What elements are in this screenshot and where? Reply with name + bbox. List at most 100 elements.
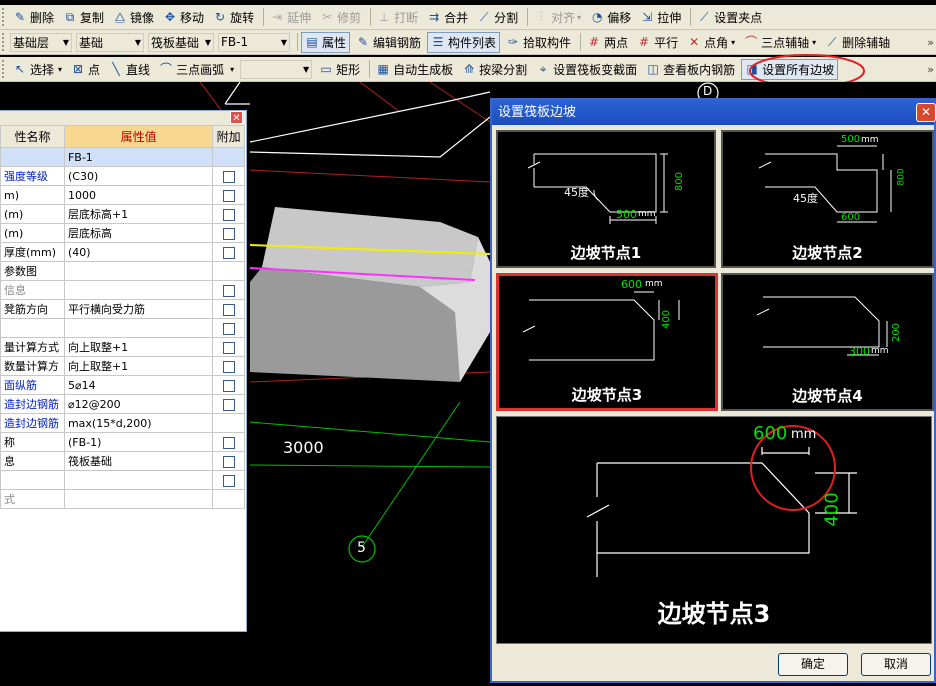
property-value[interactable]: 平行横向受力筋 (63, 299, 214, 319)
extra-checkbox[interactable] (222, 170, 235, 183)
property-row[interactable]: 参数图 (0, 261, 245, 281)
type-select[interactable]: 筏板基础 ▼ (148, 32, 214, 52)
extra-checkbox[interactable] (222, 322, 235, 335)
mirror-button[interactable]: ⧋ 镜像 (110, 7, 157, 28)
close-icon[interactable]: ✕ (916, 103, 936, 122)
properties-button[interactable]: ▤ 属性 (301, 31, 351, 53)
toolbar-grip[interactable] (2, 60, 6, 78)
property-row[interactable]: 面纵筋 5⌀14 (0, 375, 245, 395)
property-value[interactable] (63, 280, 214, 300)
extra-checkbox[interactable] (222, 246, 235, 259)
extra-checkbox[interactable] (222, 398, 235, 411)
property-row[interactable]: 量计算方式 向上取整+1 (0, 337, 245, 357)
extra-checkbox[interactable] (222, 227, 235, 240)
layer-select[interactable]: 基础层 ▼ (10, 32, 72, 52)
toolbar-grip[interactable] (2, 8, 6, 26)
property-row[interactable]: 数量计算方 向上取整+1 (0, 356, 245, 376)
ok-button[interactable]: 确定 (778, 653, 848, 676)
extra-checkbox[interactable] (222, 379, 235, 392)
property-row[interactable]: FB-1 (0, 147, 245, 167)
property-value[interactable] (63, 470, 214, 490)
point-angle-button[interactable]: ✕ 点角 ▾ (684, 32, 738, 53)
two-point-axis-button[interactable]: # 两点 (584, 32, 631, 53)
delete-axis-button[interactable]: ⟋ 删除辅轴 (822, 32, 893, 53)
property-value[interactable] (63, 261, 214, 281)
category-select[interactable]: 基础 ▼ (76, 32, 144, 52)
property-row[interactable]: 强度等级 (C30) (0, 166, 245, 186)
property-value[interactable]: 1000 (63, 185, 214, 205)
property-value[interactable]: 层底标高 (63, 223, 214, 243)
trim-button[interactable]: ✂ 修剪 (317, 7, 364, 28)
copy-button[interactable]: ⧉ 复制 (60, 7, 107, 28)
pick-component-button[interactable]: ✑ 拾取构件 (503, 32, 574, 53)
property-row[interactable] (0, 470, 245, 490)
close-icon[interactable]: ✕ (230, 111, 243, 124)
set-section-button[interactable]: ⌖ 设置筏板变截面 (533, 59, 640, 80)
property-value[interactable]: 层底标高+1 (63, 204, 214, 224)
property-row[interactable]: 称 (FB-1) (0, 432, 245, 452)
property-row[interactable]: 式 (0, 489, 245, 509)
three-point-axis-button[interactable]: ⌒ 三点辅轴 ▾ (741, 32, 819, 53)
auto-generate-button[interactable]: ▦ 自动生成板 (373, 59, 456, 80)
extra-checkbox[interactable] (222, 208, 235, 221)
extra-checkbox[interactable] (222, 341, 235, 354)
property-row[interactable]: 造封边钢筋 ⌀12@200 (0, 394, 245, 414)
line-button[interactable]: ╲ 直线 (106, 59, 153, 80)
overflow-chevron-icon[interactable]: » (927, 63, 934, 76)
cancel-button[interactable]: 取消 (861, 653, 931, 676)
extra-checkbox[interactable] (222, 303, 235, 316)
set-grip-button[interactable]: ⟋ 设置夹点 (694, 7, 765, 28)
property-row[interactable]: 造封边钢筋 max(15*d,200) (0, 413, 245, 433)
split-button[interactable]: ⟋ 分割 (474, 7, 521, 28)
property-value[interactable]: ⌀12@200 (63, 394, 214, 414)
view-rebar-button[interactable]: ◫ 查看板内钢筋 (643, 59, 738, 80)
property-value[interactable]: FB-1 (63, 147, 214, 167)
property-row[interactable]: 凳筋方向 平行横向受力筋 (0, 299, 245, 319)
align-button[interactable]: ⫶ 对齐 ▾ (531, 7, 584, 28)
rectangle-button[interactable]: ▭ 矩形 (316, 59, 363, 80)
extend-button[interactable]: ⇥ 延伸 (267, 7, 314, 28)
property-value[interactable]: (FB-1) (63, 432, 214, 452)
property-value[interactable]: 向上取整+1 (63, 356, 214, 376)
split-by-beam-button[interactable]: ⟰ 按梁分割 (459, 59, 530, 80)
parallel-axis-button[interactable]: # 平行 (634, 32, 681, 53)
slope-node-4-card[interactable]: 300 mm 200 边坡节点4 (721, 273, 934, 411)
select-button[interactable]: ↖ 选择 ▾ (10, 59, 65, 80)
property-value[interactable]: 5⌀14 (63, 375, 214, 395)
extra-checkbox[interactable] (222, 360, 235, 373)
delete-button[interactable]: ✎ 删除 (10, 7, 57, 28)
edit-rebar-button[interactable]: ✎ 编辑钢筋 (353, 32, 424, 53)
extra-checkbox[interactable] (222, 189, 235, 202)
extra-checkbox[interactable] (222, 284, 235, 297)
property-value[interactable]: 向上取整+1 (63, 337, 214, 357)
property-row[interactable]: 息筏板基础 (0, 451, 245, 471)
set-all-slopes-button[interactable]: ◨ 设置所有边坡 (741, 58, 839, 80)
overflow-chevron-icon[interactable]: » (927, 36, 934, 49)
property-value[interactable]: max(15*d,200) (63, 413, 214, 433)
point-button[interactable]: ⊠ 点 (68, 59, 103, 80)
slope-node-2-card[interactable]: 45度 500 mm 800 600 边坡节点2 (721, 130, 934, 268)
property-row[interactable]: m) 1000 (0, 185, 245, 205)
move-button[interactable]: ✥ 移动 (160, 7, 207, 28)
shape-select[interactable]: ▼ (240, 59, 313, 79)
merge-button[interactable]: ⇉ 合并 (424, 7, 471, 28)
property-value[interactable]: (40) (63, 242, 214, 262)
property-value[interactable]: 筏板基础 (63, 451, 214, 471)
offset-button[interactable]: ◔ 偏移 (587, 7, 634, 28)
property-value[interactable]: (C30) (63, 166, 214, 186)
toolbar-grip[interactable] (2, 33, 6, 51)
extra-checkbox[interactable] (222, 436, 235, 449)
component-select[interactable]: FB-1 ▼ (218, 32, 290, 52)
break-button[interactable]: ⟂ 打断 (374, 7, 421, 28)
stretch-button[interactable]: ⇲ 拉伸 (637, 7, 684, 28)
extra-checkbox[interactable] (222, 455, 235, 468)
rotate-button[interactable]: ↻ 旋转 (210, 7, 257, 28)
property-row[interactable]: (m) 层底标高+1 (0, 204, 245, 224)
component-list-button[interactable]: ☰ 构件列表 (427, 31, 501, 53)
slope-node-1-card[interactable]: 45度 500 mm 800 边坡节点1 (496, 130, 716, 268)
property-row[interactable]: (m) 层底标高 (0, 223, 245, 243)
arc-button[interactable]: ⌒ 三点画弧 ▾ (156, 59, 237, 80)
property-row[interactable]: 厚度(mm) (40) (0, 242, 245, 262)
property-value[interactable] (63, 489, 214, 509)
property-row[interactable]: 信息 (0, 280, 245, 300)
